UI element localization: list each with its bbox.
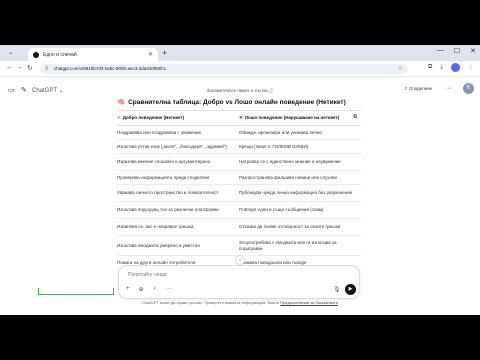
table-row: Използва емоджита умерено и уместно Злоуп… [117, 236, 361, 256]
response-heading: 🧠 Сравнителна таблица: Добро vs Лошо онла… [117, 98, 346, 106]
tab-search-icon[interactable]: ⌄ [8, 49, 13, 56]
good-column-header: ✔ Добро поведение (Нетикет) [117, 115, 239, 121]
browser-toolbar: ← → ↻ ⚲ chatgpt.com/c/6815b7d3-e5bc-800b… [0, 61, 480, 77]
url-text: chatgpt.com/c/6815b7d3-e5bc-800b-aec3-3d… [54, 66, 167, 71]
bad-behavior-cell: Публикува чужда лична информация без раз… [239, 190, 353, 195]
good-behavior-cell: Извинява се, ако е направил грешка [117, 224, 194, 229]
bad-behavior-cell: Разпространява фалшиви новини или слухов… [239, 174, 337, 180]
bad-behavior-cell: Натрапва се с единствено мнение и неуваж… [239, 159, 341, 164]
microphone-icon[interactable]: 🎙 [333, 286, 341, 293]
copy-table-icon[interactable]: ⧉ [353, 114, 357, 120]
checkmark-icon: ✔ [117, 115, 121, 120]
good-column-label: Добро поведение (Нетикет) [122, 115, 185, 120]
reason-icon[interactable]: ♀ [153, 286, 158, 293]
voice-mode-button[interactable]: ▶ [345, 284, 356, 295]
profile-icon[interactable] [451, 63, 460, 72]
close-window-icon[interactable]: ✕ [470, 47, 476, 55]
scroll-marker-icon: ⋰ [364, 152, 369, 158]
composer-tools: + ⊕ ♀ ··· [126, 286, 172, 293]
table-row: Проверява информацията преди споделяне Ра… [117, 171, 361, 185]
more-options-icon[interactable]: ··· [445, 85, 452, 92]
bad-behavior-cell: Отказва да поеме отговорност за своите г… [239, 224, 341, 229]
minimize-icon[interactable]: — [437, 47, 444, 55]
bad-behavior-cell: Повтаря едни и същи съобщения (спам) [239, 207, 324, 212]
table-row: Използва учтив език („моля“, „благодаря“… [117, 140, 361, 154]
address-bar[interactable]: ⚲ chatgpt.com/c/6815b7d3-e5bc-800b-aec3-… [40, 64, 408, 74]
download-icon[interactable]: ⤓ [440, 64, 443, 72]
close-tab-icon[interactable]: ✕ [148, 51, 153, 58]
message-input[interactable]: Попитайте нещо [128, 272, 166, 278]
good-behavior-cell: Използва подходящ тон за различни платфо… [117, 207, 219, 212]
table-row: Използва подходящ тон за различни платфо… [117, 202, 361, 219]
brain-icon: 🧠 [117, 99, 126, 106]
table-row: Изразява мнение спокойно и аргументирано… [117, 154, 361, 171]
scroll-down-button[interactable]: ↓ [235, 255, 245, 265]
table-row: Уважава личното пространство и поверител… [117, 185, 361, 202]
highlight-box [38, 288, 114, 295]
extensions-icon[interactable]: ⧉ [428, 64, 432, 72]
back-icon[interactable]: ← [6, 64, 13, 71]
user-avatar[interactable]: K [463, 83, 474, 94]
table-header: ✔ Добро поведение (Нетикет) ✖ Лошо поведен… [117, 111, 361, 126]
table-body: Поздравява или поздравява с уважение Обиж… [117, 126, 361, 271]
browser-menu-icon[interactable]: ⋮ [468, 64, 474, 72]
good-behavior-cell: Използва емоджита умерено и уместно [117, 242, 200, 248]
more-tools-icon[interactable]: ··· [166, 286, 172, 293]
good-behavior-cell: Поздравява или поздравява с уважение [117, 129, 202, 135]
bad-behavior-cell: Обижда, иронизира или унижава лично [239, 129, 322, 135]
tab-title: Едно и сличай [43, 51, 77, 58]
disclaimer-footer: ChatGPT може да прави грешки. Проверете … [0, 300, 480, 305]
share-button[interactable]: ⇪ Споделяне [404, 86, 432, 92]
bad-behavior-cell: Крещи (пише С ГОЛЕМИ БУКВИ) [239, 143, 309, 149]
good-behavior-cell: Уважава личното пространство и поверител… [117, 190, 219, 195]
comparison-table: ✔ Добро поведение (Нетикет) ✖ Лошо поведен… [117, 110, 361, 271]
window-controls: — ☐ ✕ [437, 47, 476, 55]
good-behavior-cell: Проверява информацията преди споделяне [117, 174, 210, 180]
good-behavior-cell: Изразява мнение спокойно и аргументирано [117, 159, 211, 164]
site-info-icon[interactable]: ⚲ [45, 64, 49, 74]
message-composer[interactable]: Попитайте нещо + ⊕ ♀ ··· 🎙 ▶ [118, 265, 360, 299]
browser-tab[interactable]: Едно и сличай ✕ [28, 48, 158, 61]
search-web-icon[interactable]: ⊕ [139, 286, 144, 293]
table-row: Поздравява или поздравява с уважение Обиж… [117, 126, 361, 140]
good-behavior-cell: Използва учтив език („моля“, „благодаря“… [117, 143, 227, 149]
bad-behavior-cell: Злоупотребява с емоджита или ги използва… [239, 239, 337, 251]
cookie-preferences-link[interactable]: Предпочитания за бисквитките [280, 300, 338, 305]
add-attachment-icon[interactable]: + [126, 286, 130, 293]
bad-column-label: Лошо поведение (Нарушаване на нетикет) [244, 115, 340, 120]
table-row: Извинява се, ако е направил грешка Отказв… [117, 219, 361, 236]
maximize-icon[interactable]: ☐ [454, 47, 460, 55]
browser-window: ⌄ Едно и сличай ✕ + — ☐ ✕ ← → ↻ ⚲ chatgp… [0, 45, 480, 315]
tab-bar: ⌄ Едно и сличай ✕ + — ☐ ✕ [0, 45, 480, 61]
reload-icon[interactable]: ↻ [27, 64, 33, 72]
browser-tools: ⧉ ⤓ ⋮ [428, 63, 474, 72]
bookmark-star-icon[interactable]: ☆ [398, 64, 403, 74]
cross-icon: ✖ [239, 115, 243, 120]
chatgpt-favicon-icon [33, 51, 39, 58]
forward-icon[interactable]: → [16, 64, 23, 71]
new-tab-icon[interactable]: + [162, 48, 167, 59]
bad-column-header: ✖ Лошо поведение (Нарушаване на нетикет) [239, 115, 357, 121]
disclaimer-text: ChatGPT може да прави грешки. Проверете … [142, 300, 280, 305]
heading-text: Сравнителна таблица: Добро vs Лошо онлай… [128, 99, 346, 106]
